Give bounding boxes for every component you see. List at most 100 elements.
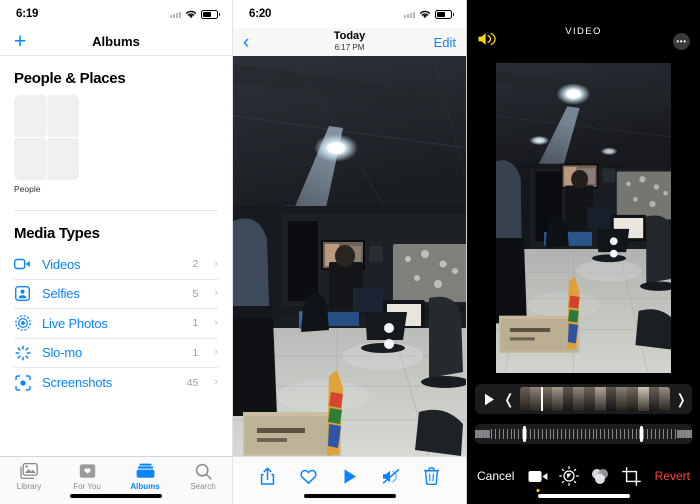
page-title: Albums bbox=[92, 34, 140, 49]
tab-bar: Library For You Albums Search bbox=[0, 456, 232, 504]
trim-bar[interactable]: ❬ ❭ bbox=[475, 384, 692, 414]
section-divider bbox=[14, 210, 218, 211]
chevron-right-icon: › bbox=[214, 376, 218, 389]
filmstrip[interactable] bbox=[519, 387, 671, 411]
panel-albums: 6:19 + Albums People & Places People Med… bbox=[0, 0, 233, 504]
speaker-mute-icon[interactable] bbox=[380, 466, 402, 486]
people-places-header: People & Places bbox=[14, 70, 126, 87]
chevron-left-icon[interactable]: ‹ bbox=[243, 33, 249, 52]
tab-label: Search bbox=[190, 482, 216, 491]
photo-date-group: Today 6:17 PM bbox=[233, 30, 466, 53]
home-indicator bbox=[70, 494, 162, 498]
albums-scroll-area[interactable]: People & Places People Media Types Video… bbox=[0, 56, 232, 456]
chevron-right-icon: › bbox=[214, 287, 218, 300]
trash-icon[interactable] bbox=[421, 466, 443, 486]
trim-left-handle[interactable]: ❬ bbox=[503, 392, 515, 406]
playhead-marker[interactable] bbox=[540, 387, 543, 411]
item-count: 45 bbox=[186, 376, 199, 389]
filmstrip-frame bbox=[637, 387, 649, 411]
editor-title: VIDEO bbox=[565, 26, 602, 37]
filmstrip-frame bbox=[627, 387, 638, 411]
tab-label: Albums bbox=[130, 482, 160, 491]
tool-filters[interactable] bbox=[588, 465, 612, 487]
photo-toolbar bbox=[233, 456, 466, 504]
status-bar: 6:20 bbox=[233, 0, 466, 28]
trim-right-handle[interactable]: ❭ bbox=[675, 392, 687, 406]
filmstrip-frame bbox=[659, 387, 671, 411]
tab-search[interactable]: Search bbox=[174, 462, 232, 491]
speed-ticks bbox=[475, 424, 692, 444]
albums-navbar: + Albums bbox=[0, 28, 232, 56]
people-tile-label: People bbox=[14, 184, 41, 194]
trim-control[interactable]: ❬ ❭ bbox=[467, 384, 700, 414]
photo-canvas[interactable] bbox=[233, 56, 466, 456]
tab-for-you[interactable]: For You bbox=[58, 462, 116, 491]
sidebar-item-live-photos[interactable]: Live Photos 1 › bbox=[14, 309, 218, 339]
tool-adjust[interactable] bbox=[557, 465, 581, 487]
tab-albums[interactable]: Albums bbox=[116, 462, 174, 491]
albums-stack-icon bbox=[135, 462, 155, 480]
photo-date: Today bbox=[333, 30, 366, 43]
video-camera-icon bbox=[14, 256, 31, 273]
tab-label: For You bbox=[73, 482, 101, 491]
battery-icon bbox=[201, 9, 220, 19]
search-icon bbox=[193, 462, 213, 480]
heart-icon[interactable] bbox=[298, 466, 320, 486]
sidebar-item-selfies[interactable]: Selfies 5 › bbox=[14, 280, 218, 309]
panel-video-editor: VIDEO ••• ❬ ❭ Cancel Revert bbox=[467, 0, 700, 504]
filmstrip-frame bbox=[562, 387, 574, 411]
tab-label: Library bbox=[16, 482, 42, 491]
speed-ramp-slider[interactable] bbox=[475, 424, 692, 444]
selfie-person-icon bbox=[14, 285, 31, 302]
video-stage[interactable] bbox=[467, 56, 700, 380]
more-ellipsis-icon[interactable]: ••• bbox=[673, 32, 690, 50]
filmstrip-frame bbox=[616, 387, 628, 411]
filmstrip-frame bbox=[519, 387, 531, 411]
sidebar-item-label: Slo-mo bbox=[42, 345, 82, 361]
item-count: 1 bbox=[192, 346, 199, 359]
signal-dots-icon bbox=[170, 10, 181, 18]
signal-dots-icon bbox=[404, 10, 415, 18]
tool-video[interactable] bbox=[526, 465, 550, 487]
tab-library[interactable]: Library bbox=[0, 462, 58, 491]
sidebar-item-slo-mo[interactable]: Slo-mo 1 › bbox=[14, 339, 218, 368]
speed-right-handle[interactable] bbox=[639, 426, 643, 442]
status-indicators bbox=[404, 9, 454, 19]
sidebar-item-label: Selfies bbox=[42, 286, 80, 302]
item-count: 5 bbox=[192, 287, 199, 300]
sidebar-item-videos[interactable]: Videos 2 › bbox=[14, 250, 218, 280]
filmstrip-frame bbox=[584, 387, 595, 411]
battery-icon bbox=[435, 9, 454, 19]
speaker-on-icon[interactable] bbox=[477, 31, 496, 52]
sidebar-item-screenshots[interactable]: Screenshots 45 › bbox=[14, 368, 218, 398]
edit-tools bbox=[514, 465, 654, 487]
editor-toolbar: Cancel Revert bbox=[467, 456, 700, 504]
media-types-header: Media Types bbox=[14, 225, 100, 242]
filmstrip-frame bbox=[530, 387, 542, 411]
editor-navbar: VIDEO ••• bbox=[467, 0, 700, 56]
status-indicators bbox=[170, 9, 220, 19]
item-count: 2 bbox=[192, 258, 199, 271]
edit-button[interactable]: Edit bbox=[434, 35, 456, 50]
tool-crop[interactable] bbox=[619, 465, 643, 487]
play-icon[interactable] bbox=[480, 393, 498, 406]
home-indicator bbox=[537, 494, 630, 498]
people-tile[interactable] bbox=[14, 95, 80, 180]
revert-button[interactable]: Revert bbox=[655, 469, 690, 483]
play-icon[interactable] bbox=[339, 466, 361, 486]
slo-mo-icon bbox=[14, 344, 31, 361]
screenshot-icon bbox=[14, 374, 31, 391]
plus-icon[interactable]: + bbox=[14, 31, 26, 52]
filmstrip-frame bbox=[594, 387, 606, 411]
speed-ramp-control[interactable] bbox=[467, 424, 700, 444]
filmstrip-frame bbox=[551, 387, 563, 411]
home-indicator bbox=[303, 494, 396, 498]
speed-left-handle[interactable] bbox=[522, 426, 526, 442]
chevron-right-icon: › bbox=[214, 257, 218, 270]
sidebar-item-label: Live Photos bbox=[42, 315, 108, 331]
sidebar-item-label: Screenshots bbox=[42, 375, 113, 391]
cancel-button[interactable]: Cancel bbox=[477, 469, 514, 483]
status-time: 6:19 bbox=[16, 8, 39, 20]
live-photo-icon bbox=[14, 315, 31, 332]
share-icon[interactable] bbox=[257, 466, 279, 486]
